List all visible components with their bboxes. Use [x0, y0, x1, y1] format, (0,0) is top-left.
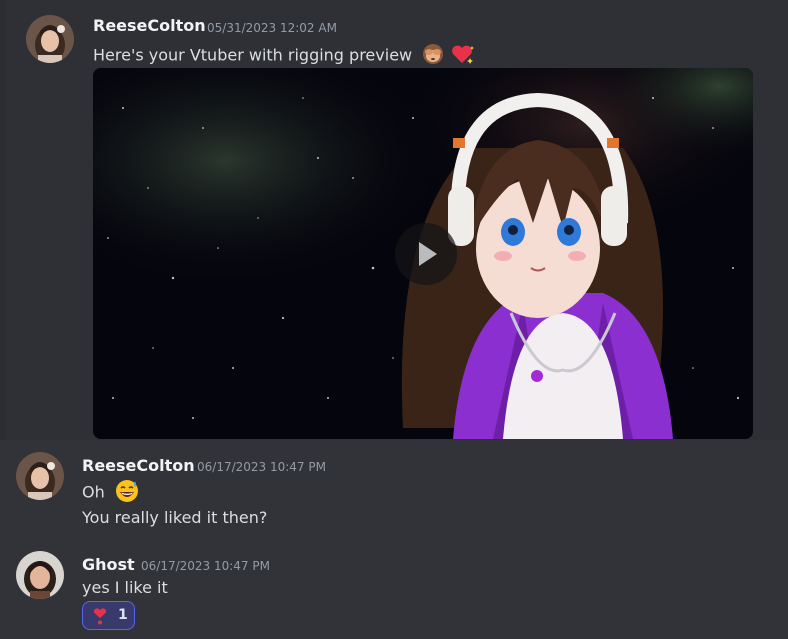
- username[interactable]: Ghost: [82, 555, 135, 574]
- message-text: You really liked it then?: [82, 508, 268, 527]
- message-edge: [0, 0, 6, 440]
- timestamp: 06/17/2023 10:47 PM: [197, 460, 326, 474]
- avatar[interactable]: [16, 452, 64, 500]
- grinning-sweat-face-icon: [114, 478, 140, 508]
- avatar[interactable]: [16, 551, 64, 599]
- message-text: Oh: [82, 478, 140, 508]
- see-no-evil-monkey-icon: [421, 42, 445, 70]
- message-text-content: Here's your Vtuber with rigging preview: [93, 45, 413, 65]
- heart-exclamation-icon: [92, 608, 108, 630]
- message-text-content: Oh: [82, 482, 105, 502]
- play-icon: [419, 242, 437, 266]
- username[interactable]: ReeseColton: [93, 16, 206, 35]
- avatar[interactable]: [26, 15, 74, 63]
- username[interactable]: ReeseColton: [82, 456, 195, 475]
- play-button[interactable]: [395, 223, 457, 285]
- sparkling-heart-icon: [450, 42, 476, 70]
- message-text: yes I like it: [82, 578, 168, 597]
- reaction-count: 1: [118, 607, 128, 623]
- timestamp: 05/31/2023 12:02 AM: [207, 21, 337, 35]
- timestamp: 06/17/2023 10:47 PM: [141, 559, 270, 573]
- message-text: Here's your Vtuber with rigging preview: [93, 42, 476, 70]
- reaction-button[interactable]: 1: [82, 601, 135, 630]
- video-attachment[interactable]: [93, 68, 753, 439]
